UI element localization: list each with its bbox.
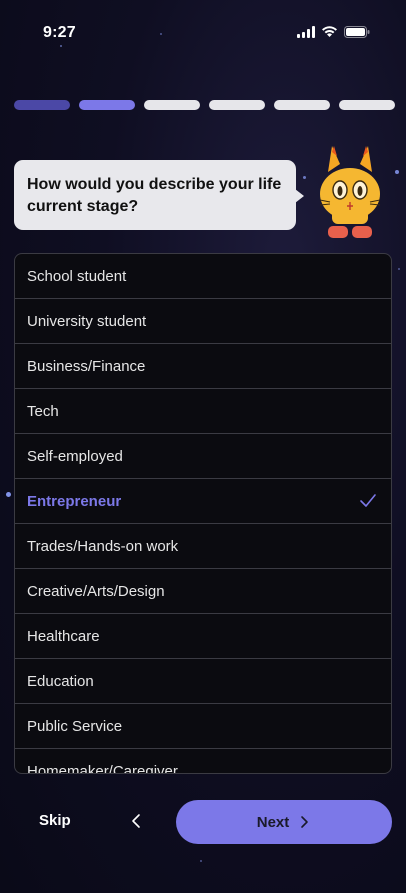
skip-button[interactable]: Skip [39, 812, 71, 829]
option-item[interactable]: Tech [15, 389, 391, 434]
progress-step [14, 100, 70, 110]
check-icon [360, 494, 376, 507]
option-label: Self-employed [27, 447, 123, 465]
option-label: Entrepreneur [27, 492, 122, 510]
option-label: Business/Finance [27, 357, 146, 375]
option-label: Creative/Arts/Design [27, 582, 165, 600]
onboarding-progress [14, 100, 395, 110]
option-item[interactable]: Self-employed [15, 434, 391, 479]
option-label: University student [27, 312, 147, 330]
star-decoration [303, 176, 306, 179]
next-button[interactable]: Next [176, 800, 392, 844]
question-bubble: How would you describe your life current… [14, 160, 304, 230]
option-label: Public Service [27, 717, 123, 735]
option-item[interactable]: Creative/Arts/Design [15, 569, 391, 614]
option-label: Education [27, 672, 94, 690]
progress-step [79, 100, 135, 110]
star-decoration [6, 492, 11, 497]
progress-step [274, 100, 330, 110]
option-label: Tech [27, 402, 59, 420]
option-label: Healthcare [27, 627, 100, 645]
option-label: Homemaker/Caregiver [27, 762, 178, 774]
option-item[interactable]: Public Service [15, 704, 391, 749]
progress-step [144, 100, 200, 110]
star-decoration [395, 170, 399, 174]
mascot-cat-icon [319, 146, 381, 238]
option-item[interactable]: Business/Finance [15, 344, 391, 389]
next-button-label: Next [256, 813, 290, 831]
option-label: Trades/Hands-on work [27, 537, 179, 555]
option-label: School student [27, 267, 127, 285]
status-time: 9:27 [43, 24, 76, 41]
chevron-left-icon[interactable] [128, 812, 146, 830]
battery-icon [344, 26, 370, 38]
option-item[interactable]: Education [15, 659, 391, 704]
star-decoration [200, 860, 202, 862]
progress-step [209, 100, 265, 110]
option-item[interactable]: Healthcare [15, 614, 391, 659]
star-decoration [398, 268, 400, 270]
option-item[interactable]: Entrepreneur [15, 479, 391, 524]
status-bar: 9:27 [0, 0, 406, 60]
option-item[interactable]: Homemaker/Caregiver [15, 749, 391, 774]
chevron-right-icon [301, 816, 309, 828]
option-item[interactable]: School student [15, 254, 391, 299]
options-list[interactable]: School student University student Business… [14, 253, 392, 774]
option-item[interactable]: Trades/Hands-on work [15, 524, 391, 569]
progress-step [339, 100, 395, 110]
status-icons [297, 26, 370, 38]
option-item[interactable]: University student [15, 299, 391, 344]
signal-icon [297, 26, 315, 38]
wifi-icon [322, 26, 337, 37]
footer-bar: Skip Next [0, 798, 406, 844]
question-text: How would you describe your life current… [27, 176, 282, 215]
